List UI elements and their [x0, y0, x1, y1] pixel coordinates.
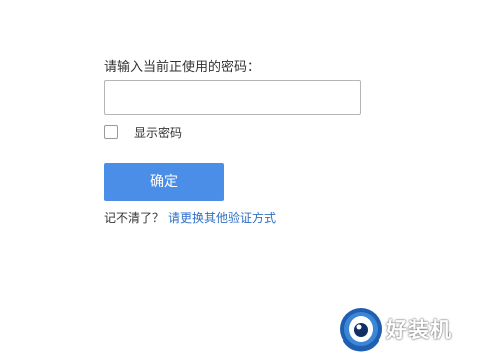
show-password-checkbox[interactable]: [104, 125, 118, 139]
forgot-password-row: 记不清了？ 请更换其他验证方式: [104, 209, 276, 226]
watermark: 好装机: [338, 304, 478, 354]
password-verify-page: 请输入当前正使用的密码： 显示密码 确定 记不清了？ 请更换其他验证方式 好装机: [0, 0, 478, 357]
current-password-input[interactable]: [104, 80, 361, 115]
confirm-button[interactable]: 确定: [104, 163, 224, 201]
forgot-password-text: 记不清了？: [104, 211, 165, 225]
watermark-text: 好装机: [386, 318, 452, 342]
show-password-row: 显示密码: [104, 124, 182, 140]
show-password-label: 显示密码: [134, 125, 183, 140]
other-verification-method-link[interactable]: 请更换其他验证方式: [168, 211, 276, 225]
password-prompt-label: 请输入当前正使用的密码：: [104, 60, 261, 75]
mascot-logo-icon: [340, 308, 382, 352]
